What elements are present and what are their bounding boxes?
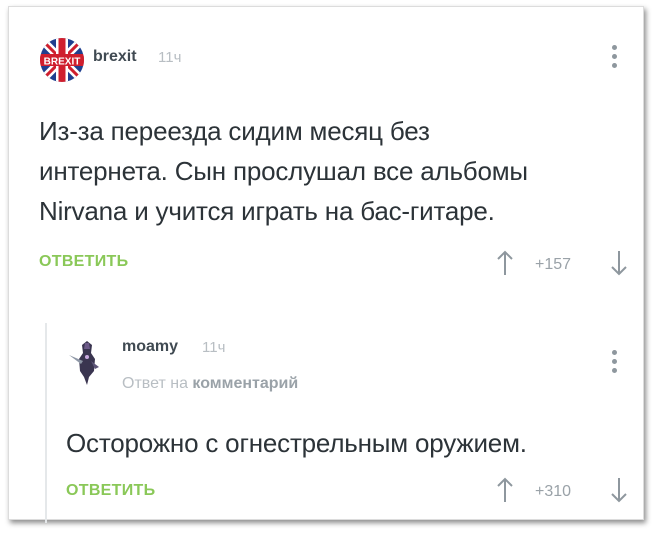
comment-rating: +157 [535,256,572,273]
reply-button[interactable]: ОТВЕТИТЬ [66,482,155,500]
arrow-up-icon[interactable] [497,250,513,281]
reply-button[interactable]: ОТВЕТИТЬ [39,253,128,271]
comment-text-line: интернета. Сын прослушал все альбомы [39,156,528,186]
comment-author[interactable]: moamy [122,338,178,356]
reply-to-label: Ответ на комментарий [122,375,298,393]
comment-text-line: Nirvana и учится играть на бас-гитаре. [39,196,495,226]
kebab-menu-icon[interactable] [612,350,618,376]
comment-text: Осторожно с огнестрельным оружием. [66,428,527,458]
comment-rating: +310 [535,483,572,500]
reply-to-link[interactable]: комментарий [192,375,298,392]
comment-text: Из-за переезда сидим месяц без интернета… [39,111,528,231]
character-avatar-icon[interactable] [65,337,109,387]
comment-text-line: Из-за переезда сидим месяц без [39,116,430,146]
svg-text:BREXIT: BREXIT [44,57,81,68]
thread-line [45,323,47,523]
arrow-down-icon[interactable] [611,477,627,508]
reply-to-prefix: Ответ на [122,375,188,392]
comment-time: 11ч [158,49,182,66]
comment-card: BREXIT brexit 11ч Из-за переезда сидим м… [8,6,644,523]
comment-author[interactable]: brexit [93,48,137,66]
arrow-down-icon[interactable] [611,250,627,281]
brexit-flag-icon[interactable]: BREXIT [39,37,85,83]
comment-time: 11ч [202,339,226,356]
arrow-up-icon[interactable] [497,477,513,508]
kebab-menu-icon[interactable] [612,45,618,71]
